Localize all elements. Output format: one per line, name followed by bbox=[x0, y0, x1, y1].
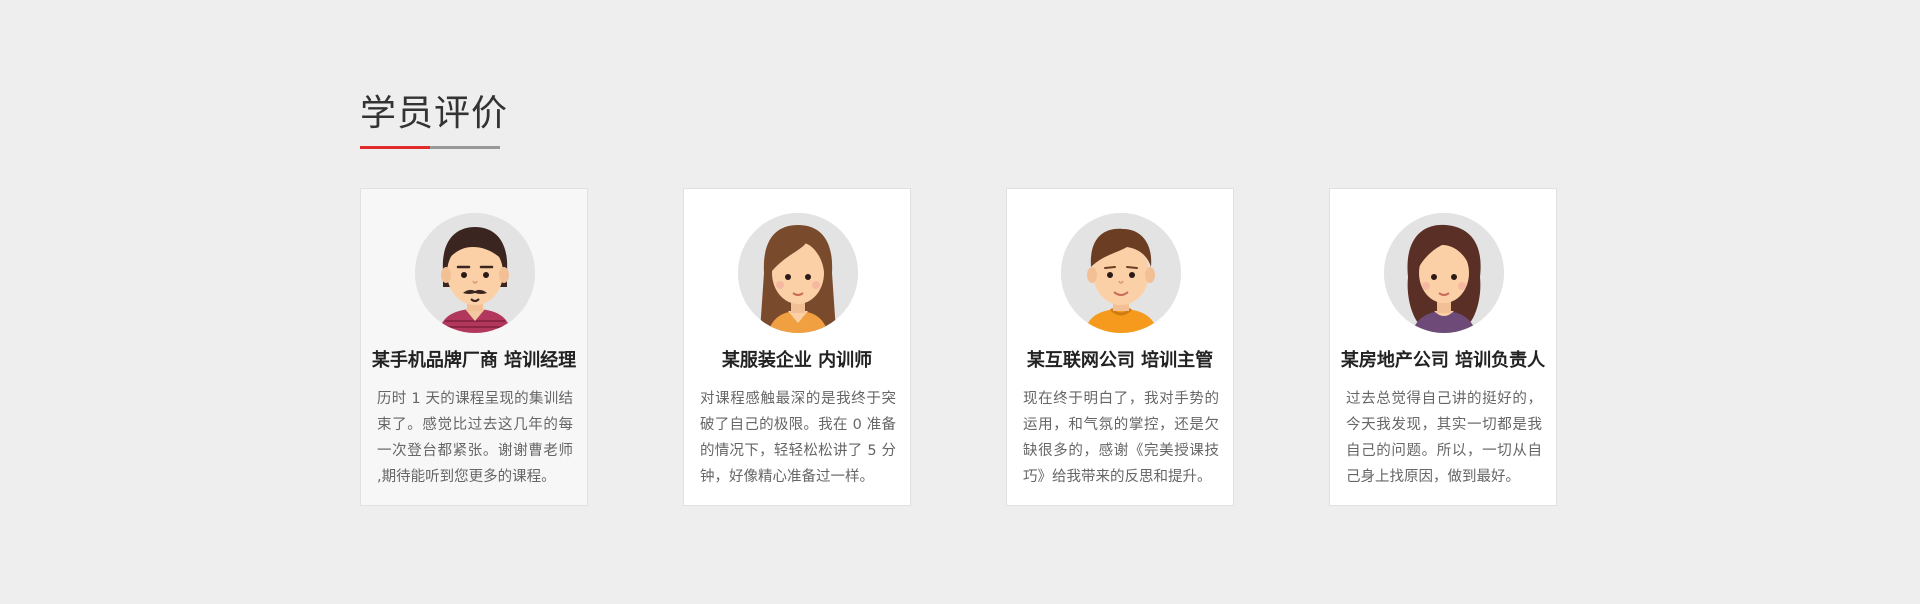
male-avatar-short-hair-icon bbox=[1061, 213, 1181, 333]
testimonial-quote: 历时 1 天的课程呈现的集训结束了。感觉比过去这几年的每一次登台都紧张。谢谢曹老… bbox=[377, 391, 573, 485]
testimonial-quote: 对课程感触最深的是我终于突破了自己的极限。我在 0 准备的情况下，轻轻松松讲了 … bbox=[700, 391, 896, 485]
testimonial-card[interactable]: 某互联网公司 培训主管 现在终于明白了，我对手势的运用，和气氛的掌控，还是欠缺很… bbox=[1006, 188, 1234, 506]
male-avatar-mustache-icon bbox=[415, 213, 535, 333]
avatar bbox=[1384, 213, 1504, 333]
avatar bbox=[1061, 213, 1181, 333]
testimonial-author: 某手机品牌厂商 培训经理 bbox=[371, 350, 577, 371]
avatar bbox=[738, 213, 858, 333]
section-title: 学员评价 bbox=[360, 93, 509, 134]
title-underline-accent bbox=[360, 146, 430, 149]
female-avatar-wavy-hair-icon bbox=[1384, 213, 1504, 333]
testimonial-author: 某服装企业 内训师 bbox=[721, 350, 873, 371]
section-header: 学员评价 bbox=[360, 92, 508, 149]
testimonial-author: 某互联网公司 培训主管 bbox=[1026, 350, 1214, 371]
female-avatar-long-hair-icon bbox=[738, 213, 858, 333]
testimonial-list: 某手机品牌厂商 培训经理 历时 1 天的课程呈现的集训结束了。感觉比过去这几年的… bbox=[360, 188, 1560, 508]
testimonial-card[interactable]: 某手机品牌厂商 培训经理 历时 1 天的课程呈现的集训结束了。感觉比过去这几年的… bbox=[360, 188, 588, 506]
avatar bbox=[415, 213, 535, 333]
testimonial-quote: 现在终于明白了，我对手势的运用，和气氛的掌控，还是欠缺很多的，感谢《完美授课技巧… bbox=[1023, 391, 1219, 485]
title-underline bbox=[360, 146, 500, 149]
testimonial-author: 某房地产公司 培训负责人 bbox=[1340, 350, 1546, 371]
testimonial-card[interactable]: 某房地产公司 培训负责人 过去总觉得自己讲的挺好的，今天我发现，其实一切都是我自… bbox=[1329, 188, 1557, 506]
testimonial-quote: 过去总觉得自己讲的挺好的，今天我发现，其实一切都是我自己的问题。所以，一切从自己… bbox=[1346, 391, 1542, 485]
testimonial-card[interactable]: 某服装企业 内训师 对课程感触最深的是我终于突破了自己的极限。我在 0 准备的情… bbox=[683, 188, 911, 506]
